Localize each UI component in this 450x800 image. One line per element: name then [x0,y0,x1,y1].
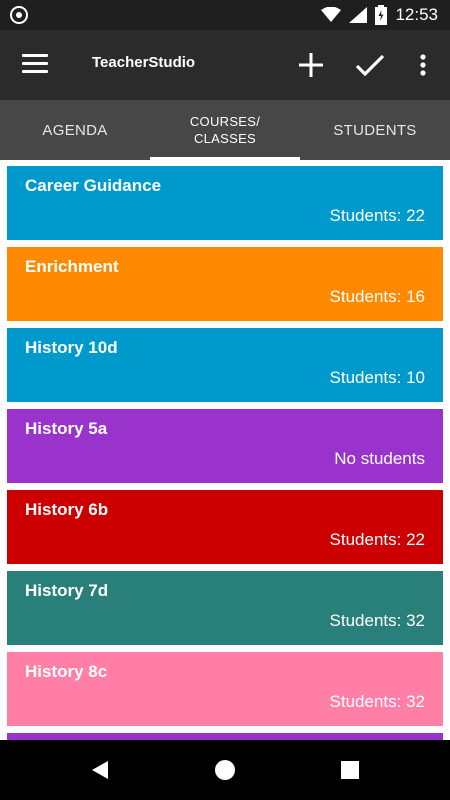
course-name: History 10d [25,338,118,357]
course-name: History 6b [25,500,109,519]
course-item-history-6b[interactable]: History 6b Students: 22 [7,490,443,564]
course-item-history-5a[interactable]: History 5a No students [7,409,443,483]
course-name: Enrichment [25,257,119,276]
more-vert-icon [420,54,426,76]
home-icon[interactable] [213,758,237,782]
app-bar: TeacherStudio [0,30,450,100]
tab-label: AGENDA [42,121,108,139]
course-item-history-8c[interactable]: History 8c Students: 32 [7,652,443,726]
wifi-icon [321,7,342,22]
course-item-history-7d[interactable]: History 7d Students: 32 [7,571,443,645]
notification-dot-icon [10,6,28,24]
course-item-history-10d[interactable]: History 10d Students: 10 [7,328,443,402]
status-icons: 12:53 [321,4,438,26]
tab-label: COURSES/ CLASSES [189,114,261,146]
signal-icon [349,7,368,23]
status-bar: 12:53 [0,0,450,30]
course-list[interactable]: Career Guidance Students: 22 Enrichment … [0,160,450,740]
menu-icon[interactable] [22,54,48,76]
tab-bar: AGENDA COURSES/ CLASSES STUDENTS [0,100,450,160]
course-name: History 5a [25,419,108,438]
student-count: Students: 22 [329,206,425,225]
student-count: Students: 10 [329,368,425,387]
course-name: Career Guidance [25,176,162,195]
course-name: History 8c [25,662,108,681]
student-count: No students [334,449,425,468]
add-icon [299,53,323,77]
tab-courses-classes[interactable]: COURSES/ CLASSES [150,100,300,160]
tab-label: STUDENTS [333,121,417,139]
confirm-button[interactable] [355,50,385,80]
back-icon[interactable] [88,758,112,782]
student-count: Students: 32 [329,611,425,630]
student-count: Students: 32 [329,692,425,711]
course-item-enrichment[interactable]: Enrichment Students: 16 [7,247,443,321]
course-name: History 7d [25,581,109,600]
system-nav-bar [0,740,450,800]
tab-agenda[interactable]: AGENDA [0,100,150,160]
more-options-button[interactable] [408,50,438,80]
battery-icon [375,5,388,25]
recents-icon[interactable] [338,758,362,782]
course-item-partial[interactable] [7,733,443,740]
student-count: Students: 22 [329,530,425,549]
status-time: 12:53 [395,5,438,24]
course-item-career-guidance[interactable]: Career Guidance Students: 22 [7,166,443,240]
tab-students[interactable]: STUDENTS [300,100,450,160]
add-button[interactable] [296,50,326,80]
check-icon [355,54,385,77]
student-count: Students: 16 [329,287,425,306]
app-title: TeacherStudio [92,54,196,71]
